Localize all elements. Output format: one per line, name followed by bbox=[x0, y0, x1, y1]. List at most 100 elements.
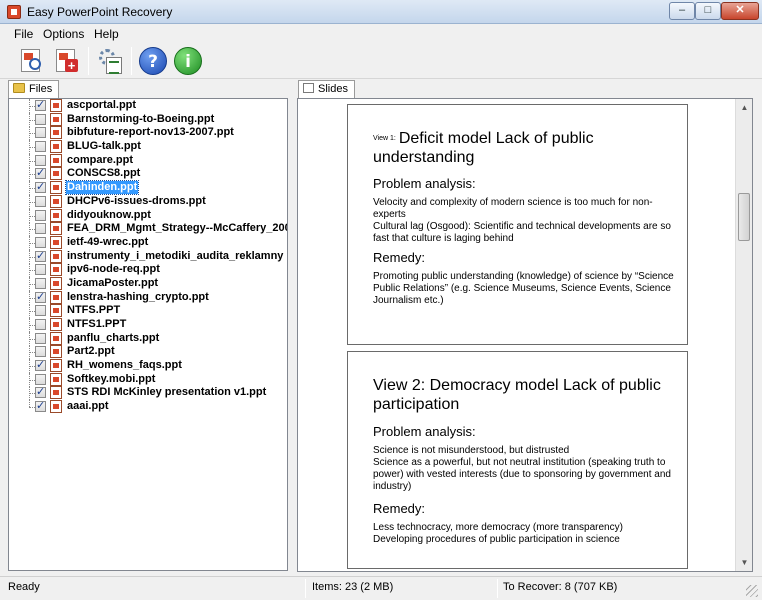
file-name[interactable]: Part2.ppt bbox=[66, 345, 116, 358]
file-name[interactable]: BLUG-talk.ppt bbox=[66, 140, 142, 153]
file-row[interactable]: Softkey.mobi.ppt bbox=[9, 372, 287, 387]
file-name[interactable]: CONSCS8.ppt bbox=[66, 167, 141, 180]
slide-2-line: Science as a powerful, but not neutral i… bbox=[373, 457, 671, 492]
file-name[interactable]: NTFS.PPT bbox=[66, 304, 121, 317]
scroll-down-icon[interactable]: ▼ bbox=[736, 554, 753, 571]
file-name[interactable]: ietf-49-wrec.ppt bbox=[66, 236, 149, 249]
file-name[interactable]: Dahinden.ppt bbox=[64, 180, 140, 196]
menu-help[interactable]: Help bbox=[94, 27, 119, 41]
slides-scrollbar[interactable]: ▲ ▼ bbox=[735, 99, 752, 571]
menu-file[interactable]: File bbox=[14, 27, 33, 41]
file-checkbox[interactable] bbox=[35, 358, 46, 372]
file-name[interactable]: aaai.ppt bbox=[66, 400, 110, 413]
status-to-recover: To Recover: 8 (707 KB) bbox=[503, 581, 618, 593]
maximize-button[interactable]: □ bbox=[695, 2, 721, 20]
ppt-file-icon bbox=[50, 181, 62, 195]
tab-files-label: Files bbox=[29, 83, 53, 95]
file-checkbox[interactable] bbox=[35, 99, 46, 111]
file-checkbox[interactable] bbox=[35, 305, 46, 317]
ppt-file-icon bbox=[50, 194, 62, 208]
help-button[interactable]: ? bbox=[139, 47, 167, 75]
file-name[interactable]: bibfuture-report-nov13-2007.ppt bbox=[66, 126, 235, 139]
file-row[interactable]: compare.ppt bbox=[9, 153, 287, 168]
close-button[interactable]: ✕ bbox=[721, 2, 759, 20]
file-checkbox[interactable] bbox=[35, 319, 46, 330]
file-row[interactable]: NTFS1.PPT bbox=[9, 318, 287, 332]
file-checkbox[interactable] bbox=[35, 346, 46, 358]
file-row[interactable]: STS RDI McKinley presentation v1.ppt bbox=[9, 385, 287, 401]
file-name[interactable]: JicamaPoster.ppt bbox=[66, 277, 159, 290]
file-checkbox[interactable] bbox=[35, 399, 46, 413]
file-checkbox[interactable] bbox=[35, 166, 46, 180]
file-row[interactable]: JicamaPoster.ppt bbox=[9, 276, 287, 291]
file-row[interactable]: ascportal.ppt bbox=[9, 99, 287, 113]
file-name[interactable]: RH_womens_faqs.ppt bbox=[66, 359, 183, 372]
file-row[interactable]: Dahinden.ppt bbox=[9, 180, 287, 196]
file-checkbox[interactable] bbox=[35, 209, 46, 221]
file-row[interactable]: aaai.ppt bbox=[9, 399, 287, 414]
minimize-button[interactable]: – bbox=[669, 2, 695, 20]
file-row[interactable]: Part2.ppt bbox=[9, 345, 287, 360]
file-row[interactable]: instrumenty_i_metodiki_audita_reklamny bbox=[9, 249, 287, 264]
tab-slides[interactable]: Slides bbox=[298, 80, 355, 98]
file-row[interactable]: FEA_DRM_Mgmt_Strategy--McCaffery_200 bbox=[9, 222, 287, 237]
file-checkbox[interactable] bbox=[35, 223, 46, 235]
slide-1-title-text: Deficit model Lack of public understandi… bbox=[373, 130, 594, 166]
scroll-up-icon[interactable]: ▲ bbox=[736, 99, 753, 116]
file-row[interactable]: NTFS.PPT bbox=[9, 304, 287, 319]
resize-grip[interactable] bbox=[746, 585, 758, 597]
menu-options[interactable]: Options bbox=[43, 27, 84, 41]
file-row[interactable]: ietf-49-wrec.ppt bbox=[9, 235, 287, 250]
file-row[interactable]: BLUG-talk.ppt bbox=[9, 140, 287, 155]
add-file-button[interactable]: + bbox=[52, 47, 80, 75]
recover-button[interactable] bbox=[96, 47, 124, 75]
scan-file-button[interactable] bbox=[17, 47, 45, 75]
file-checkbox[interactable] bbox=[35, 236, 46, 248]
file-name[interactable]: ascportal.ppt bbox=[66, 99, 137, 112]
file-checkbox[interactable] bbox=[35, 385, 46, 399]
file-list: ascportal.pptBarnstorming-to-Boeing.pptb… bbox=[9, 99, 287, 414]
file-checkbox[interactable] bbox=[35, 127, 46, 139]
file-checkbox[interactable] bbox=[35, 277, 46, 289]
file-checkbox[interactable] bbox=[35, 195, 46, 207]
slide-2-section2-body: Less technocracy, more democracy (more t… bbox=[373, 522, 678, 546]
file-name[interactable]: lenstra-hashing_crypto.ppt bbox=[66, 291, 210, 304]
file-name[interactable]: STS RDI McKinley presentation v1.ppt bbox=[66, 386, 267, 399]
file-name[interactable]: DHCPv6-issues-droms.ppt bbox=[66, 195, 207, 208]
file-name[interactable]: instrumenty_i_metodiki_audita_reklamny bbox=[66, 250, 284, 263]
file-row[interactable]: ipv6-node-req.ppt bbox=[9, 263, 287, 278]
file-row[interactable]: panflu_charts.ppt bbox=[9, 331, 287, 346]
file-row[interactable]: bibfuture-report-nov13-2007.ppt bbox=[9, 126, 287, 141]
ppt-file-icon bbox=[50, 112, 62, 126]
file-checkbox[interactable] bbox=[35, 180, 46, 194]
scrollbar-thumb[interactable] bbox=[738, 193, 750, 241]
file-name[interactable]: NTFS1.PPT bbox=[66, 318, 127, 331]
pane-splitter[interactable] bbox=[291, 80, 295, 576]
file-name[interactable]: panflu_charts.ppt bbox=[66, 332, 160, 345]
file-name[interactable]: Barnstorming-to-Boeing.ppt bbox=[66, 113, 215, 126]
file-name[interactable]: compare.ppt bbox=[66, 154, 134, 167]
file-checkbox[interactable] bbox=[35, 154, 46, 166]
status-ready: Ready bbox=[8, 581, 40, 593]
file-row[interactable]: DHCPv6-issues-droms.ppt bbox=[9, 194, 287, 209]
file-name[interactable]: FEA_DRM_Mgmt_Strategy--McCaffery_200 bbox=[66, 222, 287, 235]
slide-2-section2-heading: Remedy: bbox=[373, 501, 426, 516]
file-row[interactable]: Barnstorming-to-Boeing.ppt bbox=[9, 112, 287, 127]
file-checkbox[interactable] bbox=[35, 290, 46, 303]
file-name[interactable]: ipv6-node-req.ppt bbox=[66, 263, 161, 276]
file-checkbox[interactable] bbox=[35, 373, 46, 385]
file-name[interactable]: Softkey.mobi.ppt bbox=[66, 373, 156, 386]
about-button[interactable]: i bbox=[174, 47, 202, 75]
file-row[interactable]: CONSCS8.ppt bbox=[9, 166, 287, 182]
file-checkbox[interactable] bbox=[35, 332, 46, 344]
file-row[interactable]: lenstra-hashing_crypto.ppt bbox=[9, 290, 287, 305]
file-row[interactable]: didyouknow.ppt bbox=[9, 208, 287, 223]
file-name[interactable]: didyouknow.ppt bbox=[66, 209, 152, 222]
file-checkbox[interactable] bbox=[35, 141, 46, 153]
file-checkbox[interactable] bbox=[35, 249, 46, 262]
file-row[interactable]: RH_womens_faqs.ppt bbox=[9, 358, 287, 374]
file-checkbox[interactable] bbox=[35, 113, 46, 125]
file-checkbox[interactable] bbox=[35, 264, 46, 276]
tab-files[interactable]: Files bbox=[8, 80, 60, 98]
file-tree[interactable]: ascportal.pptBarnstorming-to-Boeing.pptb… bbox=[8, 98, 288, 571]
